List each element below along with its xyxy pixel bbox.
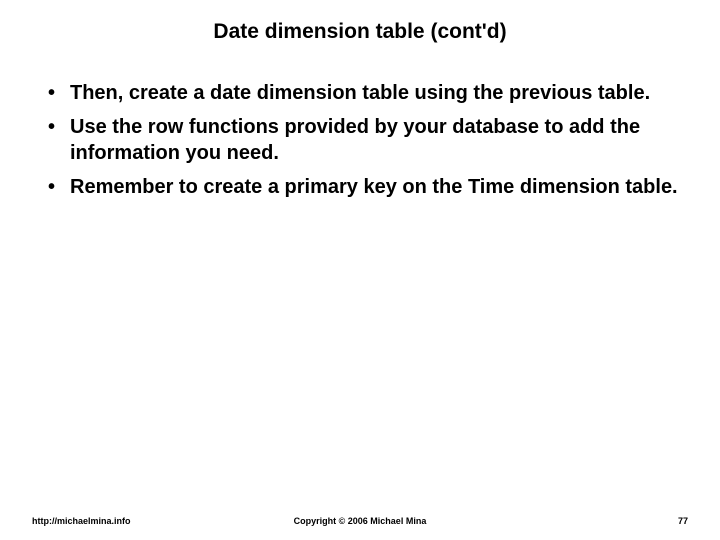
slide: Date dimension table (cont'd) Then, crea… [0, 0, 720, 540]
bullet-list: Then, create a date dimension table usin… [40, 80, 680, 200]
slide-title: Date dimension table (cont'd) [0, 20, 720, 44]
bullet-item: Remember to create a primary key on the … [40, 174, 680, 200]
bullet-item: Use the row functions provided by your d… [40, 114, 680, 166]
footer-copyright: Copyright © 2006 Michael Mina [0, 516, 720, 526]
slide-body: Then, create a date dimension table usin… [40, 80, 680, 208]
footer-page-number: 77 [678, 516, 688, 526]
bullet-item: Then, create a date dimension table usin… [40, 80, 680, 106]
